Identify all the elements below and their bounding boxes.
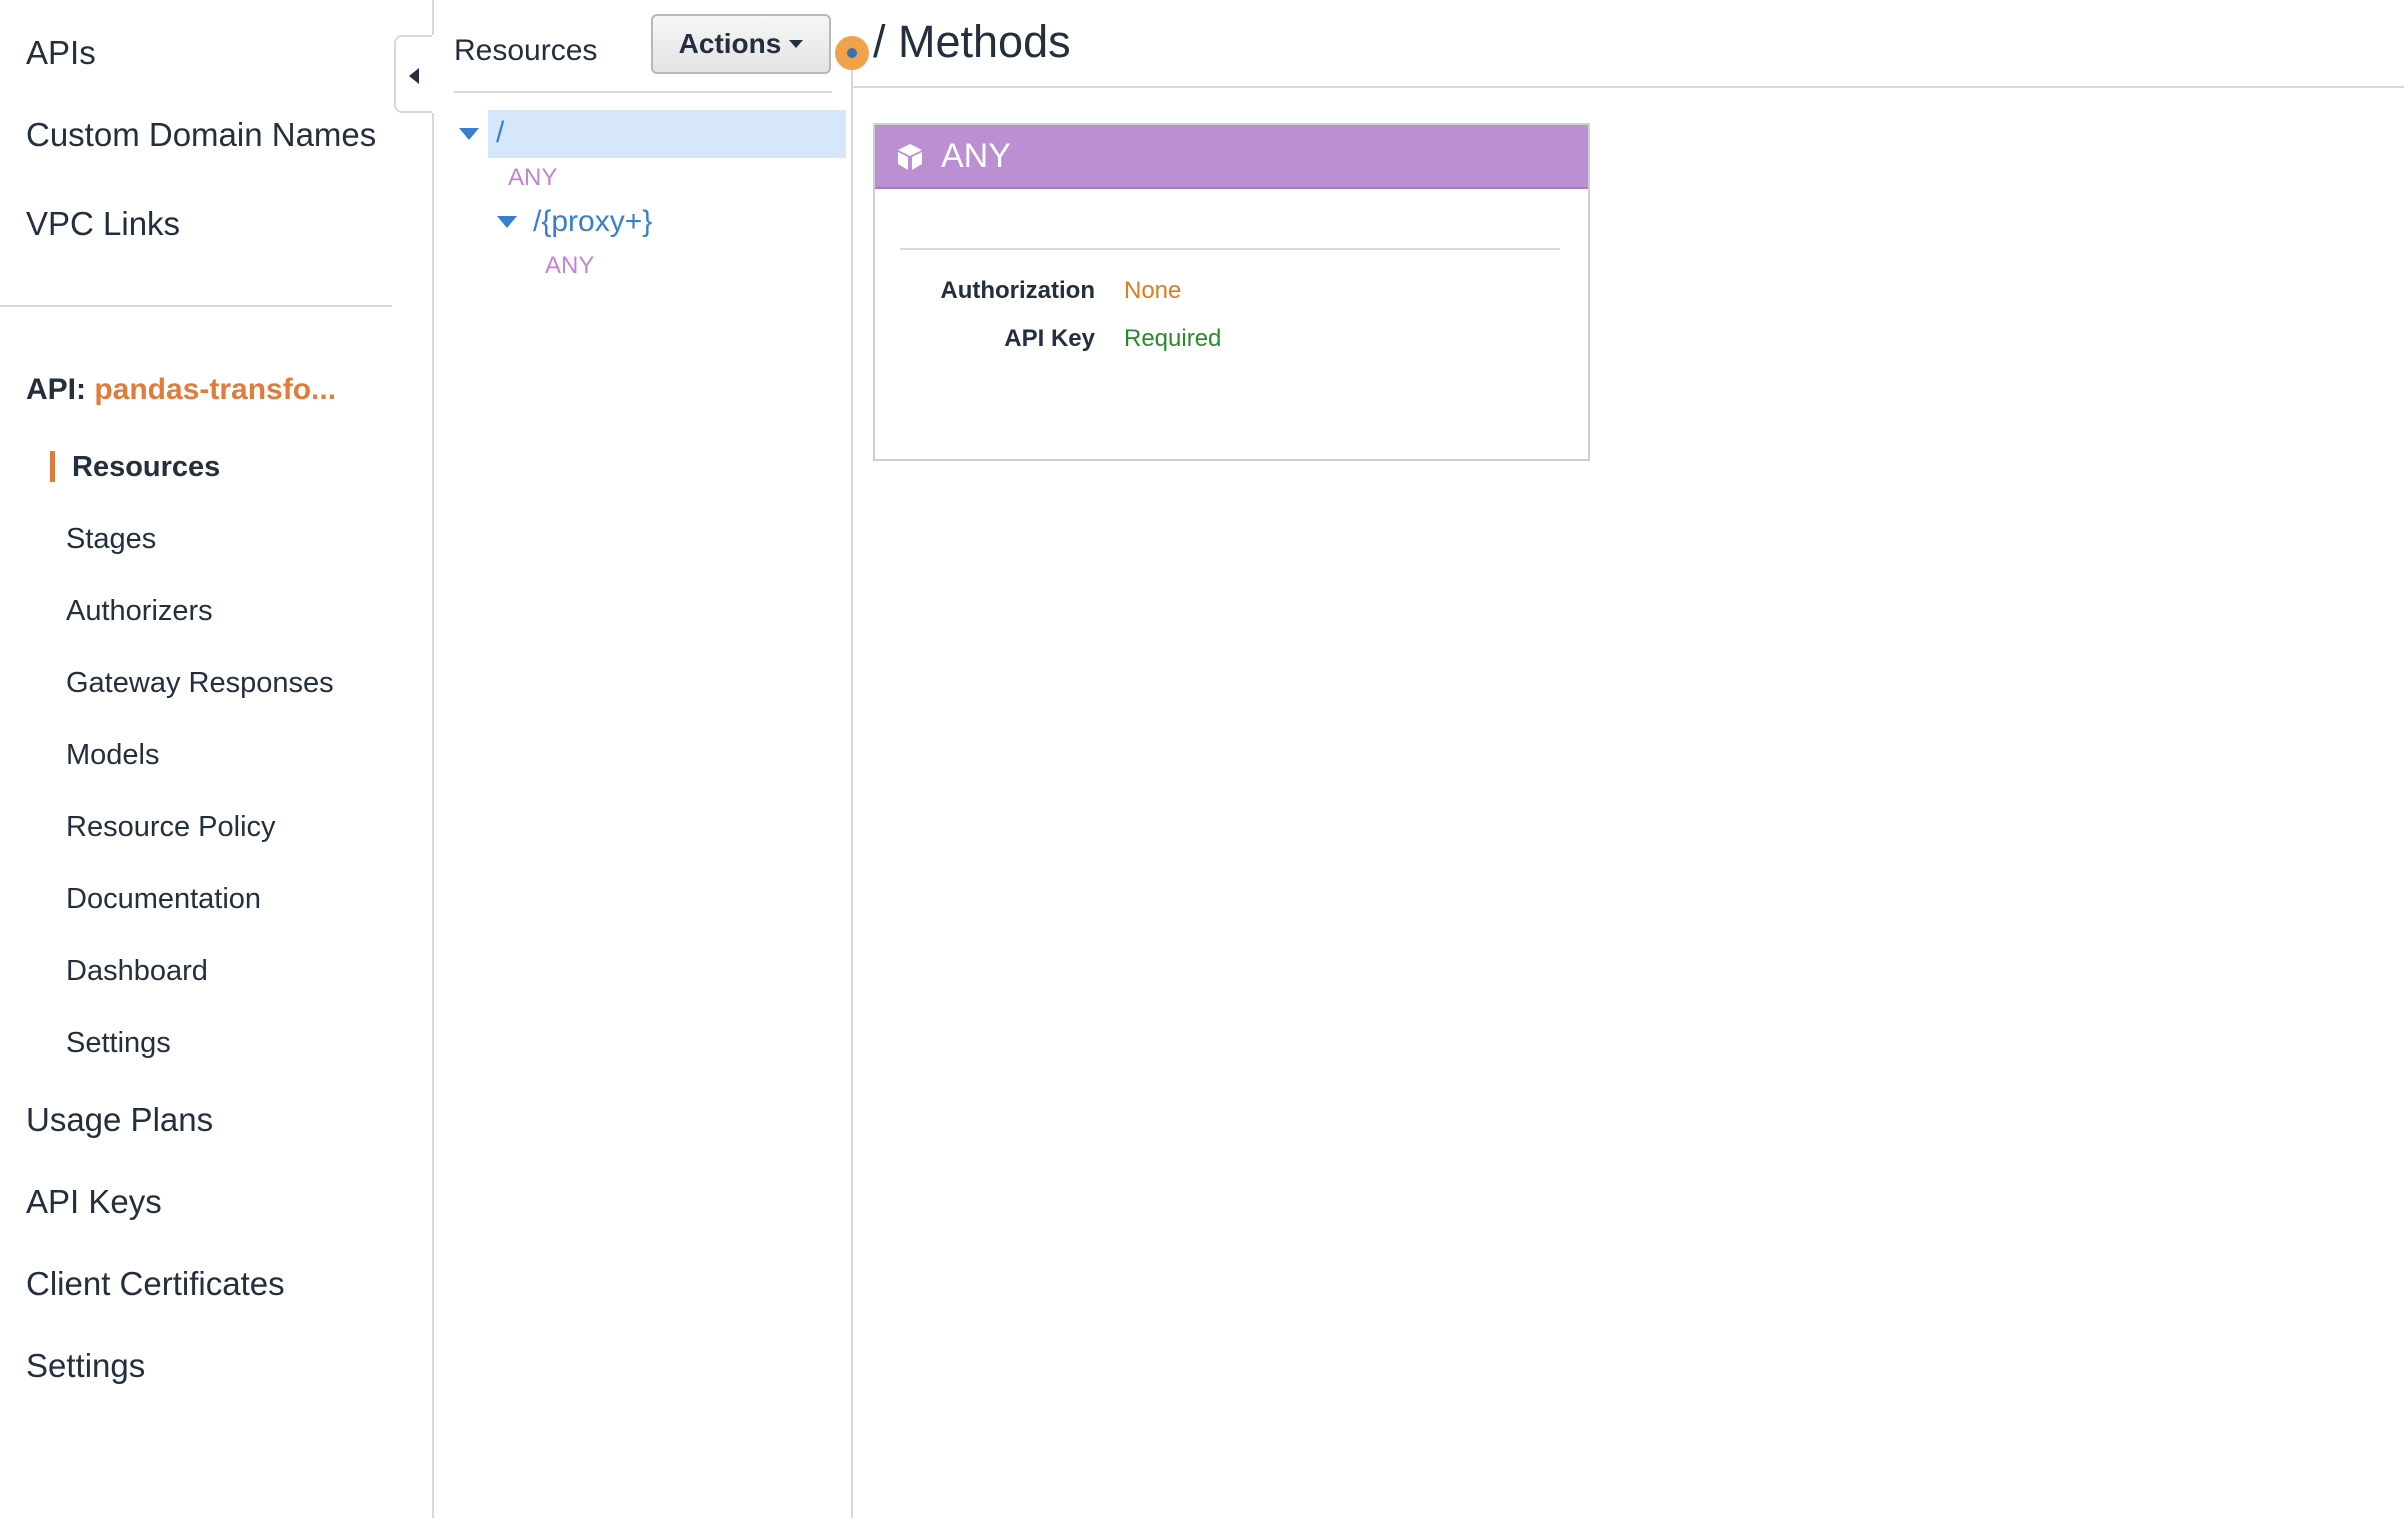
nav-separator bbox=[432, 0, 434, 1518]
resources-title: Resources bbox=[454, 34, 598, 67]
active-indicator bbox=[50, 451, 55, 482]
nav-item-resource-policy[interactable]: Resource Policy bbox=[66, 811, 276, 844]
nav-item-resources[interactable]: Resources bbox=[72, 451, 220, 484]
page-title: / Methods bbox=[873, 16, 1071, 67]
nav-item-vpc-links[interactable]: VPC Links bbox=[26, 205, 180, 243]
method-card-header[interactable]: ANY bbox=[875, 125, 1588, 189]
nav-item-apis[interactable]: APIs bbox=[26, 34, 96, 72]
resource-method-proxy-any[interactable]: ANY bbox=[545, 252, 594, 280]
nav-item-dashboard[interactable]: Dashboard bbox=[66, 955, 208, 988]
actions-button[interactable]: Actions bbox=[651, 14, 831, 74]
resources-separator bbox=[851, 58, 853, 1518]
authorization-value: None bbox=[1124, 277, 1182, 304]
nav-item-models[interactable]: Models bbox=[66, 739, 160, 772]
api-label: API: pandas-transfo... bbox=[26, 373, 336, 407]
actions-label: Actions bbox=[678, 28, 782, 59]
api-name-link[interactable]: pandas-transfo... bbox=[94, 373, 336, 406]
resize-handle[interactable] bbox=[835, 36, 869, 70]
nav-item-api-settings[interactable]: Settings bbox=[66, 1027, 171, 1060]
tree-row-root[interactable] bbox=[488, 110, 846, 158]
resources-divider bbox=[454, 91, 832, 93]
nav-item-custom-domain-names[interactable]: Custom Domain Names bbox=[26, 116, 376, 154]
nav-divider bbox=[0, 305, 392, 307]
collapse-nav-button[interactable] bbox=[394, 35, 434, 113]
left-navigation: APIs Custom Domain Names VPC Links API: … bbox=[0, 0, 392, 1518]
resource-path-proxy[interactable]: /{proxy+} bbox=[533, 205, 652, 239]
resource-method-root-any[interactable]: ANY bbox=[508, 164, 557, 192]
nav-item-settings[interactable]: Settings bbox=[26, 1347, 145, 1385]
method-card[interactable]: ANY Authorization None API Key Required bbox=[873, 123, 1590, 461]
expand-root-icon[interactable] bbox=[459, 128, 479, 140]
nav-item-gateway-responses[interactable]: Gateway Responses bbox=[66, 667, 334, 700]
method-name: ANY bbox=[941, 137, 1011, 175]
separator-cover bbox=[432, 35, 435, 113]
api-key-label: API Key bbox=[1004, 325, 1095, 352]
nav-item-stages[interactable]: Stages bbox=[66, 523, 156, 556]
nav-item-client-certificates[interactable]: Client Certificates bbox=[26, 1265, 285, 1303]
title-divider bbox=[853, 86, 2404, 88]
nav-item-api-keys[interactable]: API Keys bbox=[26, 1183, 162, 1221]
caret-down-icon bbox=[789, 40, 804, 48]
api-prefix: API: bbox=[26, 373, 86, 406]
nav-item-usage-plans[interactable]: Usage Plans bbox=[26, 1101, 213, 1139]
cube-icon bbox=[898, 144, 922, 170]
caret-left-icon bbox=[409, 68, 419, 84]
card-divider bbox=[900, 248, 1560, 250]
authorization-label: Authorization bbox=[940, 277, 1095, 304]
nav-item-authorizers[interactable]: Authorizers bbox=[66, 595, 213, 628]
nav-item-documentation[interactable]: Documentation bbox=[66, 883, 261, 916]
api-key-value: Required bbox=[1124, 325, 1222, 352]
resource-path-root[interactable]: / bbox=[496, 116, 504, 150]
expand-proxy-icon[interactable] bbox=[497, 216, 517, 228]
